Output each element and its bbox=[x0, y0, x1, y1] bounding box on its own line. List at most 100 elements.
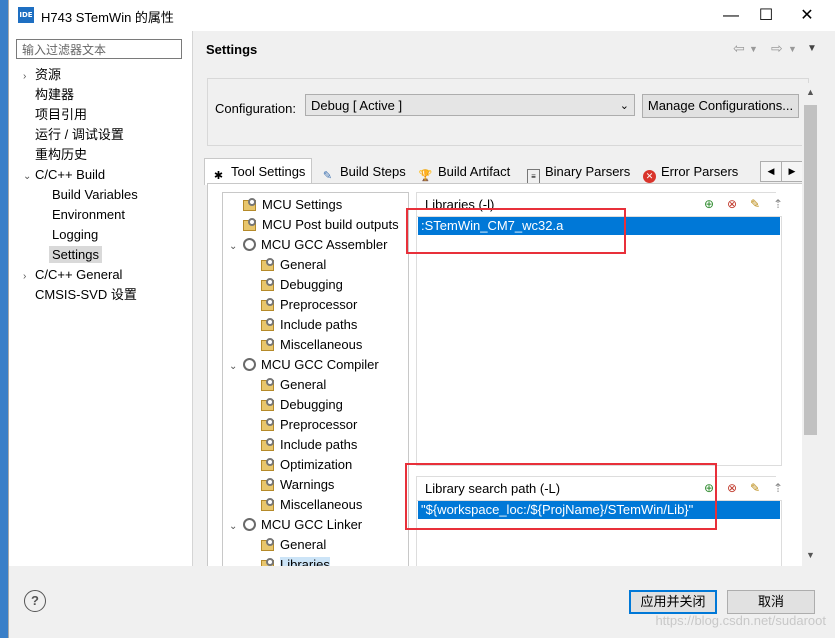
chevron-down-icon[interactable]: ⌄ bbox=[23, 167, 35, 187]
settings-folder-icon bbox=[261, 458, 275, 471]
tree-item-resource[interactable]: › 资源 bbox=[23, 65, 61, 85]
gear-icon bbox=[243, 238, 256, 251]
tab-tool-settings[interactable]: ✱ Tool Settings bbox=[204, 158, 313, 185]
tab-error-parsers[interactable]: ✕ Error Parsers bbox=[643, 161, 738, 183]
settings-folder-icon bbox=[261, 498, 275, 511]
ide-app-icon: IDE bbox=[18, 7, 34, 23]
tree-item-run-debug-settings[interactable]: 运行 / 调试设置 bbox=[35, 125, 124, 145]
binary-file-icon: ≡ bbox=[527, 169, 540, 184]
manage-configurations-button[interactable]: Manage Configurations... bbox=[642, 94, 799, 118]
scrollbar-thumb[interactable] bbox=[804, 105, 817, 435]
tree-item-builders[interactable]: 构建器 bbox=[35, 85, 74, 105]
forward-arrow-icon[interactable]: ⇨ bbox=[771, 40, 783, 57]
filter-input[interactable]: 输入过滤器文本 bbox=[16, 39, 182, 59]
tool-tree-item[interactable]: General bbox=[261, 535, 326, 555]
gear-icon bbox=[243, 518, 256, 531]
tool-tree-item[interactable]: MCU Settings bbox=[229, 195, 342, 215]
settings-folder-icon bbox=[261, 298, 275, 311]
error-icon: ✕ bbox=[643, 170, 656, 183]
tool-tree-item[interactable]: Preprocessor bbox=[261, 415, 357, 435]
tool-tree-item[interactable]: Debugging bbox=[261, 275, 343, 295]
tree-item-cpp-build[interactable]: ⌄ C/C++ Build bbox=[23, 165, 105, 185]
settings-folder-icon bbox=[261, 258, 275, 271]
tree-item-settings[interactable]: Settings bbox=[49, 245, 102, 265]
cancel-button[interactable]: 取消 bbox=[727, 590, 815, 614]
dialog-button-bar: ? 应用并关闭 取消 https://blog.csdn.net/sudaroo… bbox=[9, 566, 835, 638]
tool-tree-item[interactable]: Miscellaneous bbox=[261, 335, 362, 355]
configuration-group: Configuration: Debug [ Active ] ⌄ Manage … bbox=[207, 78, 809, 146]
tree-item-cmsis-svd[interactable]: CMSIS-SVD 设置 bbox=[35, 285, 137, 305]
page-title: Settings bbox=[206, 42, 258, 57]
tree-item-cpp-general[interactable]: › C/C++ General bbox=[23, 265, 122, 285]
edit-icon[interactable]: ✎ bbox=[747, 196, 763, 212]
tool-tree-item[interactable]: Optimization bbox=[261, 455, 352, 475]
tab-build-steps[interactable]: ✎ Build Steps bbox=[320, 161, 406, 183]
tab-scroll-right-button[interactable]: ▶ bbox=[781, 161, 803, 182]
vertical-scrollbar[interactable]: ▲ ▼ bbox=[802, 83, 819, 566]
view-menu-icon[interactable]: ▼ bbox=[807, 43, 817, 54]
tree-item-build-variables[interactable]: Build Variables bbox=[52, 185, 138, 205]
highlight-annotation bbox=[406, 208, 626, 254]
tools-icon: ✱ bbox=[213, 170, 224, 182]
help-icon[interactable]: ? bbox=[24, 590, 46, 612]
configuration-label: Configuration: bbox=[215, 101, 296, 116]
tab-build-artifact[interactable]: 🏆 Build Artifact bbox=[418, 161, 511, 183]
configuration-select[interactable]: Debug [ Active ] ⌄ bbox=[305, 94, 635, 116]
tool-tree-item[interactable]: Miscellaneous bbox=[261, 495, 362, 515]
chevron-down-icon: ⌄ bbox=[619, 100, 629, 112]
chevron-down-icon[interactable]: ⌄ bbox=[229, 237, 243, 257]
move-up-icon[interactable]: ⇡ bbox=[770, 480, 786, 496]
gear-icon bbox=[243, 358, 256, 371]
tab-binary-parsers[interactable]: ≡ Binary Parsers bbox=[527, 161, 630, 184]
chevron-right-icon[interactable]: › bbox=[23, 67, 35, 87]
forward-dropdown-icon[interactable]: ▼ bbox=[788, 44, 797, 54]
window-title: H743 STemWin 的属性 bbox=[41, 10, 174, 25]
edit-icon[interactable]: ✎ bbox=[747, 480, 763, 496]
settings-folder-icon bbox=[243, 198, 257, 211]
back-arrow-icon[interactable]: ⇦ bbox=[733, 40, 745, 57]
scroll-down-icon[interactable]: ▼ bbox=[806, 550, 815, 560]
move-up-icon[interactable]: ⇡ bbox=[770, 196, 786, 212]
tree-item-logging[interactable]: Logging bbox=[52, 225, 98, 245]
tool-tree-item[interactable]: Debugging bbox=[261, 395, 343, 415]
close-button[interactable]: ✕ bbox=[785, 3, 829, 29]
tree-item-environment[interactable]: Environment bbox=[52, 205, 125, 225]
trophy-icon: 🏆 bbox=[418, 170, 433, 182]
settings-folder-icon bbox=[261, 538, 275, 551]
scroll-up-icon[interactable]: ▲ bbox=[806, 87, 815, 97]
chevron-right-icon[interactable]: › bbox=[23, 267, 35, 287]
tool-tree-item[interactable]: General bbox=[261, 255, 326, 275]
tool-tree-item[interactable]: General bbox=[261, 375, 326, 395]
tool-tree-item[interactable]: Warnings bbox=[261, 475, 334, 495]
properties-dialog: IDE H743 STemWin 的属性 — ☐ ✕ 输入过滤器文本 › 资源 构… bbox=[8, 0, 835, 638]
settings-tabs: ✱ Tool Settings ✎ Build Steps 🏆 Build Artif… bbox=[204, 158, 807, 185]
settings-folder-icon bbox=[261, 478, 275, 491]
settings-folder-icon bbox=[261, 338, 275, 351]
apply-and-close-button[interactable]: 应用并关闭 bbox=[629, 590, 717, 614]
property-page-tree: 输入过滤器文本 › 资源 构建器 项目引用 运行 / 调试设置 重构历史 ⌄ C/C… bbox=[9, 31, 193, 566]
settings-folder-icon bbox=[261, 378, 275, 391]
tab-scroll-left-button[interactable]: ◀ bbox=[760, 161, 782, 182]
tool-tree-item[interactable]: Preprocessor bbox=[261, 295, 357, 315]
chevron-down-icon[interactable]: ⌄ bbox=[229, 357, 243, 377]
settings-folder-icon bbox=[261, 278, 275, 291]
tree-item-project-references[interactable]: 项目引用 bbox=[35, 105, 87, 125]
tool-tree-item[interactable]: ⌄ MCU GCC Compiler bbox=[229, 355, 379, 375]
delete-icon[interactable]: ⊗ bbox=[724, 480, 740, 496]
tool-tree-item[interactable]: MCU Post build outputs bbox=[229, 215, 399, 235]
delete-icon[interactable]: ⊗ bbox=[724, 196, 740, 212]
tool-tree-item[interactable]: Include paths bbox=[261, 315, 357, 335]
settings-folder-icon bbox=[261, 318, 275, 331]
settings-folder-icon bbox=[261, 438, 275, 451]
add-icon[interactable]: ⊕ bbox=[701, 196, 717, 212]
tool-tree-item[interactable]: Include paths bbox=[261, 435, 357, 455]
maximize-button[interactable]: ☐ bbox=[744, 3, 788, 29]
settings-folder-icon bbox=[261, 398, 275, 411]
tree-item-refactoring-history[interactable]: 重构历史 bbox=[35, 145, 87, 165]
tool-tree-item[interactable]: ⌄ MCU GCC Assembler bbox=[229, 235, 387, 255]
watermark-text: https://blog.csdn.net/sudaroot bbox=[655, 613, 826, 628]
back-dropdown-icon[interactable]: ▼ bbox=[749, 44, 758, 54]
title-bar: IDE H743 STemWin 的属性 — ☐ ✕ bbox=[9, 0, 835, 31]
tool-tree-item[interactable]: ⌄ MCU GCC Linker bbox=[229, 515, 362, 535]
chevron-down-icon[interactable]: ⌄ bbox=[229, 517, 243, 537]
